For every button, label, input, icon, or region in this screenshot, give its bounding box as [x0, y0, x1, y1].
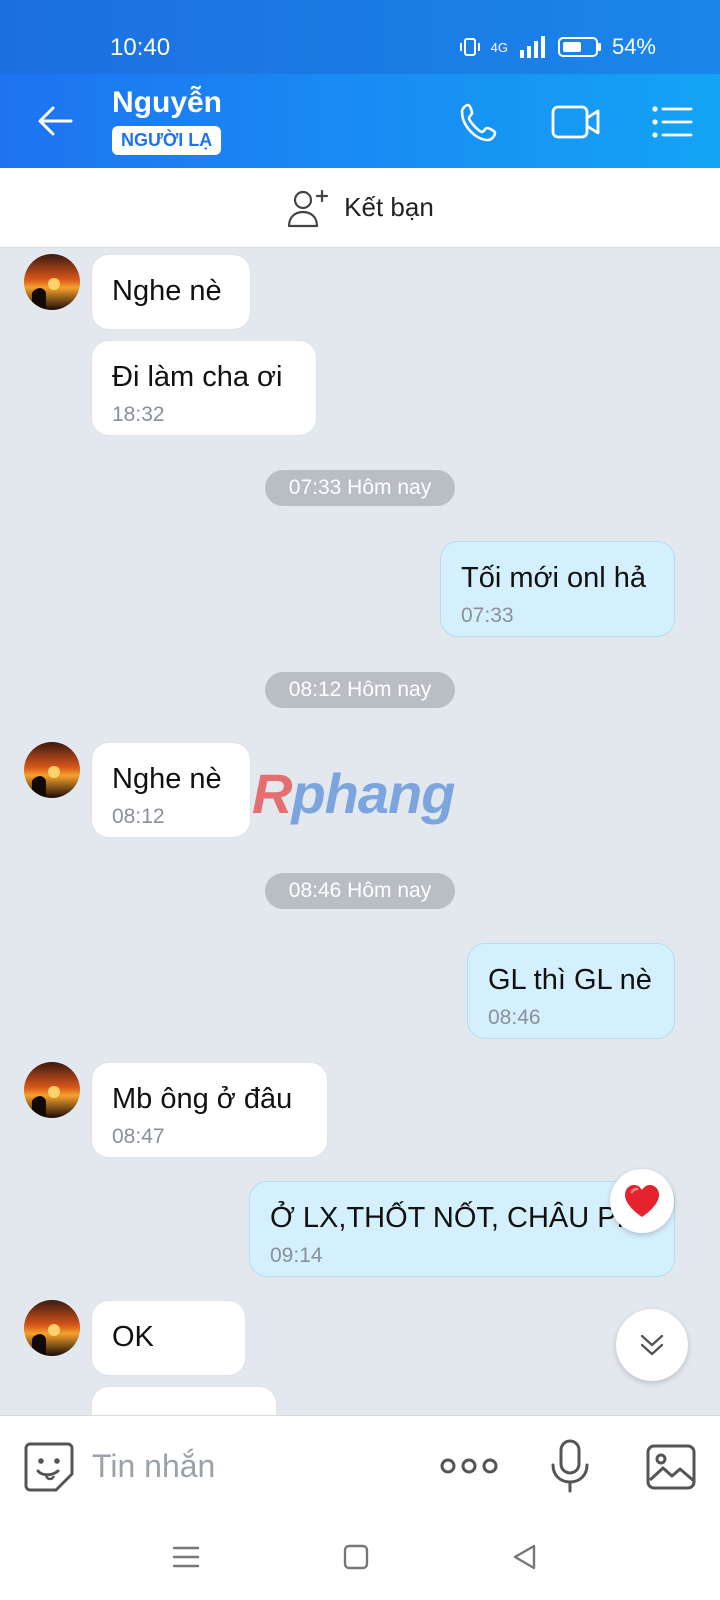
outgoing-message[interactable]: Tối mới onl hả 07:33 [440, 541, 675, 637]
more-dots-icon [440, 1458, 498, 1474]
message-time: 08:46 [488, 1006, 541, 1029]
contact-avatar[interactable] [24, 1300, 80, 1356]
system-nav-bar [0, 1515, 720, 1600]
stranger-badge: NGƯỜI LẠ [112, 126, 222, 155]
menu-lines-icon [172, 1546, 200, 1568]
message-text: Ở LX,THỐT NỐT, CHÂU PHÚ [270, 1202, 659, 1234]
video-call-button[interactable] [550, 96, 602, 148]
back-triangle-icon [513, 1544, 536, 1570]
incoming-message[interactable]: Đi làm cha ơi 18:32 [91, 340, 317, 436]
message-text: Mb ông ở đâu [112, 1083, 293, 1115]
battery-level: 54% [611, 34, 656, 59]
back-nav-button[interactable] [504, 1537, 544, 1577]
message-time: 07:33 [461, 604, 514, 627]
message-time: 08:47 [112, 1125, 165, 1148]
watermark-logo: Rphang [252, 762, 455, 825]
options-menu-button[interactable] [646, 96, 698, 148]
status-time: 10:40 [110, 34, 171, 61]
menu-list-icon [652, 106, 693, 138]
message-input[interactable] [92, 1442, 412, 1490]
message-text: Nghe nè [112, 763, 222, 795]
phone-icon [460, 103, 497, 142]
chat-header: Nguyễn NGƯỜI LẠ [0, 74, 720, 168]
contact-avatar[interactable] [24, 1062, 80, 1118]
reaction-badge[interactable] [610, 1169, 674, 1233]
network-label: 4G [490, 39, 508, 55]
sticker-emoji-icon [24, 1442, 74, 1492]
message-text: Đi làm cha ơi [112, 361, 283, 393]
heart-icon [625, 1185, 659, 1217]
image-icon [646, 1444, 696, 1490]
vibrate-icon [459, 38, 480, 56]
incoming-message[interactable] [91, 1386, 277, 1415]
send-image-button[interactable] [644, 1440, 698, 1494]
message-time: 09:14 [270, 1244, 323, 1267]
status-indicators: 4G 54% [459, 34, 656, 60]
microphone-icon [551, 1439, 589, 1493]
emoji-button[interactable] [22, 1440, 76, 1494]
double-chevron-down-icon [640, 1334, 664, 1356]
recent-apps-button[interactable] [166, 1537, 206, 1577]
signal-icon [519, 36, 545, 58]
contact-avatar[interactable] [24, 254, 80, 310]
message-list[interactable]: Nghe nè Đi làm cha ơi 18:32 07:33 Hôm na… [0, 249, 720, 1415]
back-arrow-icon [38, 106, 73, 136]
message-time: 18:32 [112, 403, 165, 426]
message-text: Tối mới onl hả [461, 562, 647, 594]
add-friend-button[interactable]: Kết bạn [0, 168, 720, 248]
video-icon [551, 105, 600, 139]
date-divider: 08:46 Hôm nay [265, 873, 455, 909]
date-divider: 07:33 Hôm nay [265, 470, 455, 506]
message-time: 08:12 [112, 805, 165, 828]
battery-icon [557, 37, 601, 57]
outgoing-message[interactable]: GL thì GL nè 08:46 [467, 943, 675, 1039]
more-options-button[interactable] [438, 1446, 500, 1486]
composer-bar [0, 1415, 720, 1515]
message-text: OK [112, 1321, 154, 1353]
status-bar: 10:40 4G 54% [0, 0, 720, 74]
incoming-message[interactable]: Mb ông ở đâu 08:47 [91, 1062, 328, 1158]
contact-name[interactable]: Nguyễn [112, 86, 222, 120]
incoming-message[interactable]: Nghe nè 08:12 [91, 742, 251, 838]
contact-avatar[interactable] [24, 742, 80, 798]
voice-message-button[interactable] [548, 1438, 592, 1494]
add-friend-label: Kết bạn [344, 192, 434, 222]
add-person-icon [288, 189, 329, 227]
home-button[interactable] [336, 1537, 376, 1577]
scroll-to-bottom-button[interactable] [616, 1309, 688, 1381]
back-button[interactable] [28, 94, 82, 148]
home-square-icon [343, 1544, 369, 1570]
incoming-message[interactable]: OK [91, 1300, 246, 1376]
message-text: GL thì GL nè [488, 964, 652, 996]
message-text: Nghe nè [112, 275, 222, 307]
voice-call-button[interactable] [454, 96, 506, 148]
incoming-message[interactable]: Nghe nè [91, 254, 251, 330]
date-divider: 08:12 Hôm nay [265, 672, 455, 708]
